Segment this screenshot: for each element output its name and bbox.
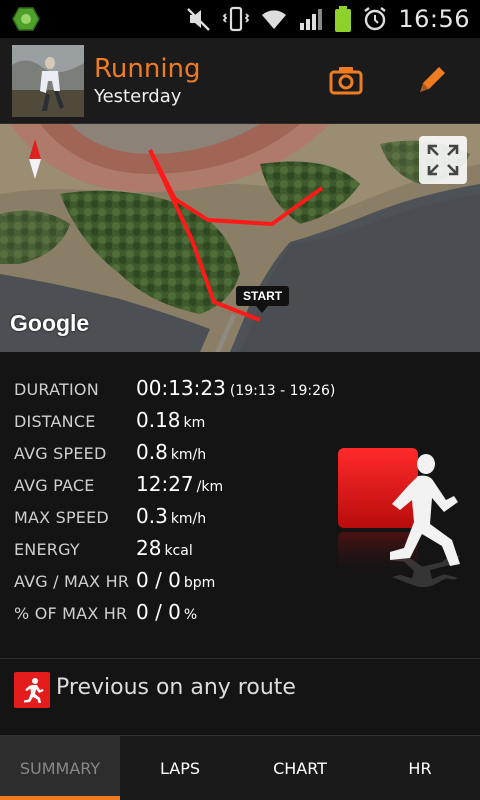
stat-value: 0.3 km/h <box>136 504 207 528</box>
stat-value: 12:27/km <box>136 472 224 496</box>
stat-distance: DISTANCE 0.18 km <box>0 406 340 438</box>
app-notification-icon <box>12 7 40 31</box>
stat-label: DISTANCE <box>14 412 96 431</box>
tab-summary[interactable]: SUMMARY <box>0 736 120 800</box>
stat-unit: km <box>183 415 206 431</box>
camera-button[interactable] <box>326 60 366 100</box>
activity-photo[interactable] <box>12 45 84 117</box>
stat-label: ENERGY <box>14 540 80 559</box>
expand-icon <box>427 144 459 176</box>
stat-unit: km/h <box>170 447 207 463</box>
stat-avg-pace: AVG PACE 12:27/km <box>0 470 340 502</box>
previous-route-row[interactable]: Previous on any route <box>0 659 480 735</box>
running-icon <box>14 672 50 708</box>
stat-unit: kcal <box>164 543 193 559</box>
wifi-icon <box>262 10 287 29</box>
stat-label: MAX SPEED <box>14 508 109 527</box>
stat-unit: /km <box>196 479 224 495</box>
status-bar: 16:56 <box>0 0 480 38</box>
tab-chart[interactable]: CHART <box>240 736 360 800</box>
mute-icon <box>187 8 211 31</box>
duration-range: (19:13 - 19:26) <box>229 383 336 399</box>
tab-hr[interactable]: HR <box>360 736 480 800</box>
stat-label: DURATION <box>14 380 99 399</box>
stat-unit: km/h <box>170 511 207 527</box>
route-map[interactable]: START Google <box>0 124 480 352</box>
alarm-icon <box>364 7 387 31</box>
stat-label: % OF MAX HR <box>14 604 128 623</box>
stat-avg-max-hr: AVG / MAX HR 0 / 0 bpm <box>0 566 340 598</box>
stat-value: 00:13:23 (19:13 - 19:26) <box>136 376 336 400</box>
pencil-icon <box>420 67 445 92</box>
battery-icon <box>335 6 352 32</box>
bottom-tabs: SUMMARY LAPS CHART HR <box>0 735 480 800</box>
previous-route-label: Previous on any route <box>56 675 296 700</box>
stat-value: 0 / 0 bpm <box>136 568 216 592</box>
stat-value: 0.18 km <box>136 408 206 432</box>
stat-value: 0.8 km/h <box>136 440 207 464</box>
camera-icon <box>329 67 363 95</box>
tab-laps[interactable]: LAPS <box>120 736 240 800</box>
activity-header: Running Yesterday <box>0 38 480 124</box>
stat-avg-speed: AVG SPEED 0.8 km/h <box>0 438 340 470</box>
stat-energy: ENERGY 28 kcal <box>0 534 340 566</box>
vibrate-icon <box>223 6 250 32</box>
stat-unit: bpm <box>183 575 216 591</box>
signal-icon <box>300 9 323 30</box>
edit-button[interactable] <box>412 60 452 100</box>
fullscreen-button[interactable] <box>419 136 467 184</box>
stat-max-speed: MAX SPEED 0.3 km/h <box>0 502 340 534</box>
stat-pct-max-hr: % OF MAX HR 0 / 0% <box>0 598 340 630</box>
stat-duration: DURATION 00:13:23 (19:13 - 19:26) <box>0 374 340 406</box>
google-logo: Google <box>10 310 90 336</box>
activity-date: Yesterday <box>94 86 182 107</box>
activity-title: Running <box>94 54 201 84</box>
start-marker[interactable]: START <box>236 286 290 313</box>
compass-icon <box>27 139 43 179</box>
stat-label: AVG PACE <box>14 476 95 495</box>
stat-unit: % <box>183 607 198 623</box>
stat-value: 28 kcal <box>136 536 193 560</box>
status-time: 16:56 <box>398 5 470 33</box>
stat-label: AVG / MAX HR <box>14 572 130 591</box>
stat-value: 0 / 0% <box>136 600 198 624</box>
running-activity-icon <box>334 446 464 596</box>
stat-label: AVG SPEED <box>14 444 107 463</box>
